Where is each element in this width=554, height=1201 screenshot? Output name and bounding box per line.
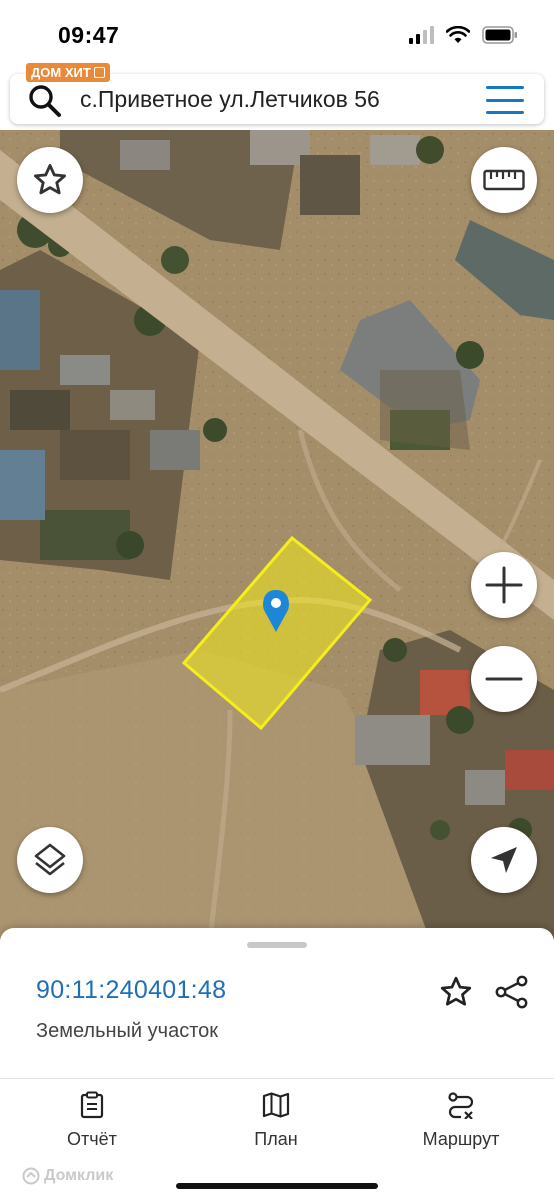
plus-icon	[485, 566, 523, 604]
menu-icon-line	[486, 98, 524, 102]
my-location-button[interactable]	[471, 827, 537, 893]
tab-plan[interactable]: План	[206, 1091, 346, 1150]
navigation-arrow-icon	[491, 847, 517, 873]
brand-watermark: Домклик	[22, 1167, 113, 1185]
tab-plan-label: План	[254, 1129, 298, 1149]
cadastral-number[interactable]: 90:11:240401:48	[36, 976, 226, 1005]
share-button[interactable]	[492, 972, 532, 1012]
brand-badge-label: ДОМ ХИТ	[31, 65, 91, 80]
search-header: с.Приветное ул.Летчиков 56 ДОМ ХИТ	[0, 62, 554, 130]
bottom-tab-bar: Отчёт План Маршрут Домклик	[0, 1078, 554, 1201]
report-clipboard-icon	[80, 1091, 104, 1119]
brand-watermark-text: Домклик	[44, 1167, 114, 1184]
zoom-in-button[interactable]	[471, 552, 537, 618]
satellite-map[interactable]	[0, 130, 554, 940]
favorite-location-button[interactable]	[17, 147, 83, 213]
object-info-sheet[interactable]: 90:11:240401:48 Земельный участок	[0, 928, 554, 1078]
wifi-icon	[446, 26, 470, 43]
menu-icon-line	[486, 86, 524, 89]
layers-button[interactable]	[17, 827, 83, 893]
home-indicator	[176, 1183, 378, 1189]
status-icons	[409, 26, 518, 44]
battery-icon	[482, 26, 517, 44]
route-icon	[448, 1092, 474, 1119]
search-input-value: с.Приветное ул.Летчиков 56	[80, 86, 380, 112]
menu-icon-line	[486, 111, 524, 114]
zoom-out-button[interactable]	[471, 646, 537, 712]
add-to-favorites-button[interactable]	[436, 972, 476, 1012]
map-plan-icon	[262, 1092, 290, 1118]
badge-check-icon	[93, 67, 105, 78]
status-bar: 09:47	[0, 0, 554, 62]
search-icon	[29, 85, 61, 117]
cellular-signal-icon	[409, 26, 434, 44]
domclick-logo-icon	[22, 1167, 40, 1185]
star-outline-icon	[440, 976, 472, 1006]
layers-icon	[34, 843, 66, 876]
tab-route-label: Маршрут	[422, 1129, 500, 1149]
satellite-imagery	[0, 130, 554, 940]
share-icon	[495, 975, 528, 1009]
tab-route[interactable]: Маршрут	[391, 1091, 531, 1150]
ruler-icon	[483, 169, 525, 191]
menu-button[interactable]	[486, 86, 524, 114]
object-type-label: Земельный участок	[36, 1020, 219, 1042]
status-time: 09:47	[58, 22, 120, 48]
tab-report-label: Отчёт	[67, 1129, 117, 1149]
sheet-grabber[interactable]	[247, 942, 307, 948]
star-outline-icon	[34, 164, 66, 195]
minus-icon	[485, 677, 523, 681]
brand-badge: ДОМ ХИТ	[26, 63, 110, 82]
tab-report[interactable]: Отчёт	[22, 1091, 162, 1150]
ruler-button[interactable]	[471, 147, 537, 213]
